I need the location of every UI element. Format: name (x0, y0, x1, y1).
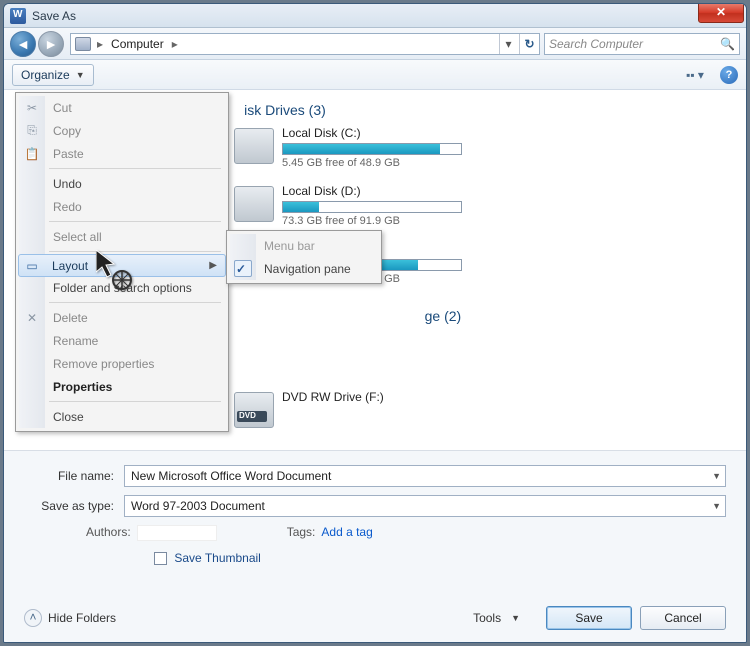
copy-icon: ⎘ (24, 123, 40, 138)
word-app-icon (10, 8, 26, 24)
file-name-label: File name: (24, 469, 124, 483)
menu-copy[interactable]: ⎘Copy (19, 119, 225, 142)
add-tag-link[interactable]: Add a tag (321, 525, 372, 541)
save-as-dialog: Save As ✕ ◄ ► ▸ Computer ▸ ▾ ↻ Search Co… (3, 3, 747, 643)
search-input[interactable]: Search Computer 🔍 (544, 33, 740, 55)
tags-label: Tags: (287, 525, 316, 541)
back-button[interactable]: ◄ (10, 31, 36, 57)
chevron-down-icon[interactable]: ▼ (712, 471, 721, 481)
chevron-up-icon: ˄ (24, 609, 42, 627)
menu-cut[interactable]: ✂Cut (19, 96, 225, 119)
toolbar: Organize ▼ ▪▪ ▾ ? (4, 60, 746, 90)
chevron-down-icon: ▼ (76, 70, 85, 80)
menu-layout[interactable]: ▭Layout▶ (18, 254, 226, 277)
drive-dvd[interactable]: DVD RW Drive (F:) (234, 390, 464, 444)
drive-label: Local Disk (C:) (282, 126, 464, 140)
drive-usage-bar (282, 143, 462, 155)
menu-delete[interactable]: ✕Delete (19, 306, 225, 329)
organize-label: Organize (21, 68, 70, 82)
hide-folders-button[interactable]: ˄ Hide Folders (24, 609, 116, 627)
save-button[interactable]: Save (546, 606, 632, 630)
menu-remove-properties[interactable]: Remove properties (19, 352, 225, 375)
cancel-button[interactable]: Cancel (640, 606, 726, 630)
layout-submenu: Menu bar ✓Navigation pane (226, 230, 382, 284)
menu-rename[interactable]: Rename (19, 329, 225, 352)
dvd-drive-icon (234, 392, 274, 428)
titlebar: Save As ✕ (4, 4, 746, 28)
search-placeholder: Search Computer (549, 37, 643, 51)
organize-context-menu: ✂Cut ⎘Copy 📋Paste Undo Redo Select all ▭… (15, 92, 229, 432)
menu-select-all[interactable]: Select all (19, 225, 225, 248)
chevron-right-icon: ▶ (209, 260, 217, 271)
scissors-icon: ✂ (24, 101, 40, 115)
menu-redo[interactable]: Redo (19, 195, 225, 218)
hard-disk-icon (234, 128, 274, 164)
menu-paste[interactable]: 📋Paste (19, 142, 225, 165)
delete-icon: ✕ (24, 311, 40, 325)
menu-undo[interactable]: Undo (19, 172, 225, 195)
menu-folder-options[interactable]: Folder and search options (19, 276, 225, 299)
breadcrumb-computer[interactable]: Computer (105, 37, 170, 51)
authors-label: Authors: (86, 525, 131, 541)
drive-label: DVD RW Drive (F:) (282, 390, 464, 404)
view-options-button[interactable]: ▪▪ ▾ (680, 65, 710, 85)
layout-icon: ▭ (24, 259, 40, 273)
save-form-area: File name: New Microsoft Office Word Doc… (4, 450, 746, 642)
drive-free-text: 5.45 GB free of 48.9 GB (282, 157, 464, 169)
save-type-select[interactable]: Word 97-2003 Document▼ (124, 495, 726, 517)
address-bar[interactable]: ▸ Computer ▸ ▾ ↻ (70, 33, 540, 55)
address-dropdown[interactable]: ▾ (499, 34, 517, 54)
drive-free-text: 73.3 GB free of 91.9 GB (282, 215, 464, 227)
computer-icon (75, 37, 91, 51)
file-name-input[interactable]: New Microsoft Office Word Document▼ (124, 465, 726, 487)
chevron-down-icon: ▼ (511, 613, 520, 623)
menu-close[interactable]: Close (19, 405, 225, 428)
window-title: Save As (32, 9, 76, 23)
save-thumbnail-label: Save Thumbnail (174, 551, 261, 565)
save-type-label: Save as type: (24, 499, 124, 513)
help-button[interactable]: ? (720, 66, 738, 84)
submenu-menu-bar[interactable]: Menu bar (230, 234, 378, 257)
chevron-down-icon[interactable]: ▼ (712, 501, 721, 511)
refresh-button[interactable]: ↻ (519, 34, 539, 54)
close-button[interactable]: ✕ (698, 3, 744, 23)
save-thumbnail-checkbox[interactable] (154, 552, 167, 565)
forward-button[interactable]: ► (38, 31, 64, 57)
paste-icon: 📋 (24, 147, 40, 161)
organize-button[interactable]: Organize ▼ (12, 64, 94, 86)
checkmark-icon: ✓ (236, 262, 246, 276)
authors-input[interactable] (137, 525, 217, 541)
breadcrumb-sep-icon: ▸ (170, 37, 180, 51)
hard-disk-icon (234, 186, 274, 222)
drive-label: Local Disk (D:) (282, 184, 464, 198)
removable-section-header: Devices with Removable Storage (2) (234, 308, 726, 324)
drives-section-header: Disk Drives (3) (234, 102, 726, 118)
submenu-navigation-pane[interactable]: ✓Navigation pane (230, 257, 378, 280)
search-icon: 🔍 (720, 37, 735, 51)
tools-dropdown[interactable]: Tools▼ (473, 611, 520, 625)
drive-usage-bar (282, 201, 462, 213)
breadcrumb-sep-icon: ▸ (95, 37, 105, 51)
menu-properties[interactable]: Properties (19, 375, 225, 398)
navigation-bar: ◄ ► ▸ Computer ▸ ▾ ↻ Search Computer 🔍 (4, 28, 746, 60)
drive-c[interactable]: Local Disk (C:) 5.45 GB free of 48.9 GB (234, 126, 464, 180)
